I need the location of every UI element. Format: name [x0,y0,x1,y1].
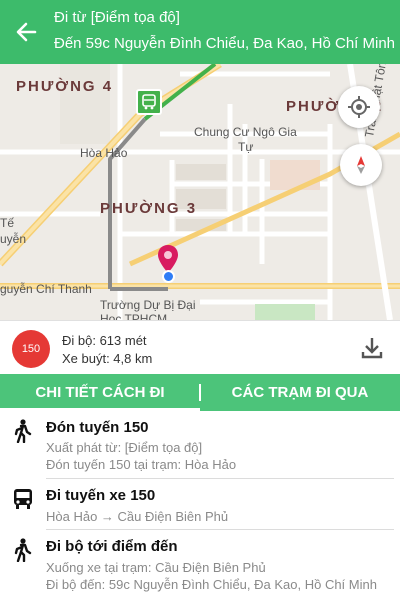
place-label: guyễn Chí Thanh [0,282,92,296]
step-title: Đi bộ tới điểm đến [46,538,178,555]
step-detail: Xuất phát từ: [Điểm tọa độ] [46,440,203,455]
bus-distance: Xe buýt: 4,8 km [62,351,153,366]
place-label: Học TPHCM [100,312,168,320]
place-label: uyễn [0,232,27,246]
route-steps-list: Đón tuyến 150 Xuất phát từ: [Điểm tọa độ… [0,411,400,596]
district-label: PHƯỜNG 3 [100,200,198,217]
step-item[interactable]: Đón tuyến 150 Xuất phát từ: [Điểm tọa độ… [0,411,400,479]
place-label: Tự [238,140,254,154]
walk-icon [12,419,32,448]
route-map[interactable]: PHƯỜNG 4 PHƯỜNG 2 PHƯỜNG 3 Chung Cư Ngô … [0,64,400,320]
compass-button[interactable] [340,144,382,186]
download-button[interactable] [358,334,386,362]
bus-icon [12,487,34,516]
crosshair-icon [348,96,370,118]
download-icon [361,338,383,359]
origin-text[interactable]: Đi từ [Điểm tọa độ] [54,9,180,26]
step-title: Đi tuyến xe 150 [46,487,156,504]
current-location-dot [162,270,175,283]
tab-bar: CHI TIẾT CÁCH ĐI CÁC TRẠM ĐI QUA [0,374,400,411]
back-arrow-icon [16,22,37,42]
district-label: PHƯỜNG 4 [16,78,114,95]
walk-distance: Đi bộ: 613 mét [62,333,147,348]
route-number-badge: 150 [12,330,50,368]
tab-divider [199,384,201,401]
back-button[interactable] [10,16,42,48]
my-location-button[interactable] [338,86,380,128]
step-title: Đón tuyến 150 [46,419,149,436]
step-detail: Xuống xe tại trạm: Cầu Điện Biên Phủ [46,560,266,575]
step-item[interactable]: Đi tuyến xe 150 Hòa Hảo → Cầu Điện Biên … [0,479,400,530]
place-label: Chung Cư Ngô Gia [194,125,297,139]
tab-route-details[interactable]: CHI TIẾT CÁCH ĐI [0,374,200,411]
step-detail: Đi bộ đến: 59c Nguyễn Đình Chiểu, Đa Kao… [46,577,377,592]
walk-icon [12,538,32,567]
tab-stops[interactable]: CÁC TRẠM ĐI QUA [200,374,400,411]
place-label: Trường Dự Bị Đại [100,298,196,312]
step-detail: Hòa Hảo → Cầu Điện Biên Phủ [46,509,229,524]
place-label: Hòa Hảo [80,146,128,160]
compass-icon [357,156,365,174]
place-label: Tế [0,216,15,230]
bus-stop-marker[interactable] [136,89,162,115]
app-header: Đi từ [Điểm tọa độ] Đến 59c Nguyễn Đình … [0,0,400,64]
bus-icon [142,94,156,110]
route-summary: 150 Đi bộ: 613 mét Xe buýt: 4,8 km [0,320,400,374]
destination-text[interactable]: Đến 59c Nguyễn Đình Chiểu, Đa Kao, Hồ Ch… [54,35,395,52]
step-item[interactable]: Đi bộ tới điểm đến Xuống xe tại trạm: Cầ… [0,530,400,596]
step-detail: Đón tuyến 150 tại trạm: Hòa Hảo [46,457,237,472]
